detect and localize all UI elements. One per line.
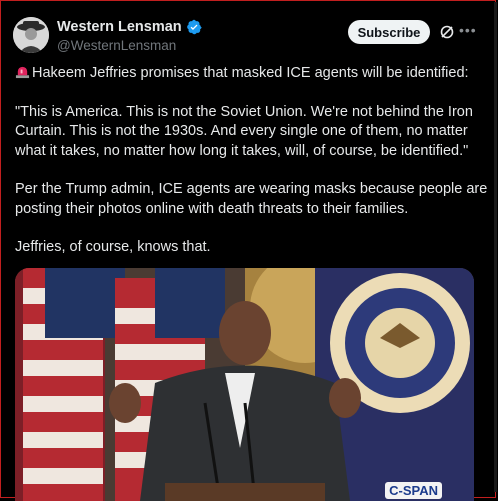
more-icon[interactable]: ••• (459, 23, 476, 40)
video-thumbnail[interactable]: C-SPAN (15, 268, 474, 501)
tweet-line-1: Hakeem Jeffries promises that masked ICE… (15, 64, 493, 84)
grok-icon[interactable] (439, 24, 455, 40)
tweet-card: Western Lensman @WesternLensman Subscrib… (0, 0, 496, 501)
verified-badge-icon (186, 19, 202, 35)
display-name[interactable]: Western Lensman (57, 19, 182, 35)
tweet-line-1-text: Hakeem Jeffries promises that masked ICE… (32, 65, 469, 81)
media-source-badge: C-SPAN (385, 482, 442, 499)
scrollbar[interactable] (494, 2, 497, 492)
siren-emoji-icon (15, 66, 30, 79)
tweet-text: Hakeem Jeffries promises that masked ICE… (15, 64, 493, 277)
tweet-line-3: Per the Trump admin, ICE agents are wear… (15, 181, 492, 217)
subscribe-button[interactable]: Subscribe (348, 20, 430, 44)
author-name-row[interactable]: Western Lensman (57, 19, 202, 35)
tweet-line-2: "This is America. This is not the Soviet… (15, 103, 477, 159)
video-frame-graphic (15, 268, 474, 501)
author-handle[interactable]: @WesternLensman (57, 38, 176, 53)
tweet-line-4: Jeffries, of course, knows that. (15, 239, 211, 255)
avatar[interactable] (13, 17, 49, 53)
